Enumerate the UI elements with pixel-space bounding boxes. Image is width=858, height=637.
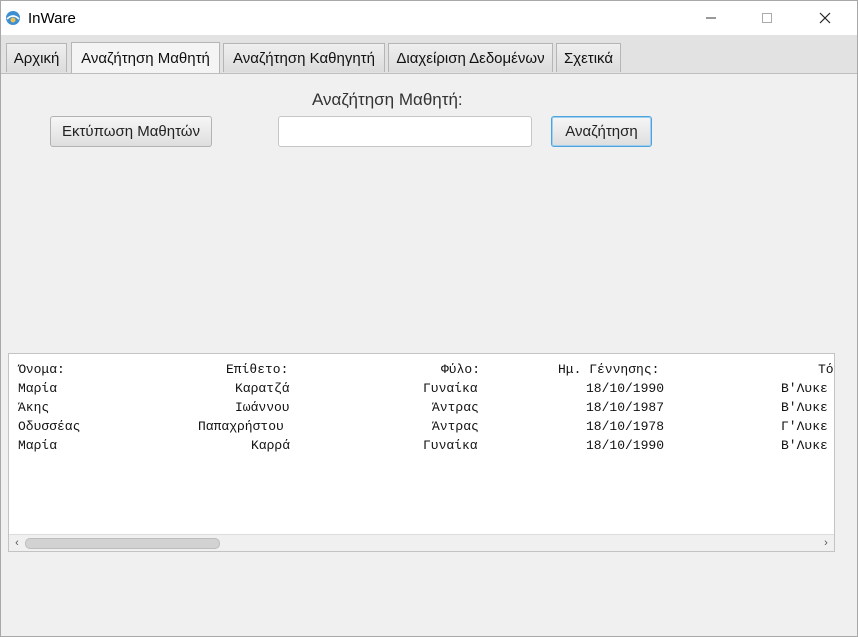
chevron-right-icon: › [824, 537, 828, 549]
minimize-icon [706, 17, 716, 19]
cell-gender: Γυναίκα [423, 438, 478, 453]
cell-gender: Άντρας [432, 419, 479, 434]
header-birth-date: Ημ. Γέννησης: [558, 362, 660, 377]
close-icon [819, 12, 831, 24]
cell-first-name: Οδυσσέας [18, 419, 81, 434]
cell-last-name: Παπαχρήστου [198, 419, 284, 434]
cell-birth-date: 18/10/1987 [586, 400, 665, 415]
cell-gender: Γυναίκα [423, 381, 478, 396]
cell-first-name: Άκης [18, 400, 50, 415]
inware-logo-icon [6, 11, 20, 25]
tab-data-management[interactable]: Διαχείριση Δεδομένων [388, 43, 553, 72]
cell-class: Β'Λυκε [781, 400, 828, 415]
tab-about[interactable]: Σχετικά [556, 43, 621, 72]
cell-last-name: Ιωάννου [235, 400, 290, 415]
scroll-right-button[interactable]: › [818, 535, 834, 551]
tab-teacher-search[interactable]: Αναζήτηση Καθηγητή [223, 43, 385, 72]
scrollbar-thumb[interactable] [25, 538, 220, 549]
close-button[interactable] [802, 1, 848, 35]
cell-gender: Άντρας [432, 400, 479, 415]
header-first-name: Όνομα: [18, 362, 65, 377]
maximize-icon [762, 13, 772, 23]
cell-last-name: Καρρά [251, 438, 291, 453]
title-bar[interactable]: InWare [1, 1, 857, 35]
scroll-left-button[interactable]: ‹ [9, 535, 25, 551]
tab-bar: Αρχική Αναζήτηση Μαθητή Αναζήτηση Καθηγη… [1, 35, 857, 74]
cell-last-name: Καρατζά [235, 381, 290, 396]
header-last-name: Επίθετο: [226, 362, 289, 377]
app-window: InWare Αρχική Αναζήτηση Μαθητή Αναζήτηση… [0, 0, 858, 637]
horizontal-scrollbar[interactable]: ‹ › [9, 534, 834, 551]
header-gender: Φύλο: [441, 362, 481, 377]
search-title: Αναζήτηση Μαθητή: [312, 90, 463, 109]
header-class: Τό [818, 362, 834, 377]
cell-class: Β'Λυκε [781, 381, 828, 396]
cell-birth-date: 18/10/1990 [586, 381, 665, 396]
maximize-button[interactable] [744, 1, 790, 35]
search-button[interactable]: Αναζήτηση [551, 116, 652, 147]
window-title: InWare [28, 10, 76, 27]
results-text-area[interactable]: Όνομα: Επίθετο: Φύλο: Ημ. Γέννησης: Τό Μ… [8, 353, 835, 552]
cell-first-name: Μαρία [18, 381, 58, 396]
minimize-button[interactable] [688, 1, 734, 35]
cell-class: Γ'Λυκε [781, 419, 828, 434]
search-input[interactable] [278, 116, 532, 147]
cell-class: Β'Λυκε [781, 438, 828, 453]
print-students-button[interactable]: Εκτύπωση Μαθητών [50, 116, 212, 147]
cell-birth-date: 18/10/1990 [586, 438, 665, 453]
cell-birth-date: 18/10/1978 [586, 419, 665, 434]
chevron-left-icon: ‹ [15, 537, 19, 549]
tab-home[interactable]: Αρχική [6, 43, 67, 72]
cell-first-name: Μαρία [18, 438, 58, 453]
tab-student-search[interactable]: Αναζήτηση Μαθητή [71, 42, 220, 73]
